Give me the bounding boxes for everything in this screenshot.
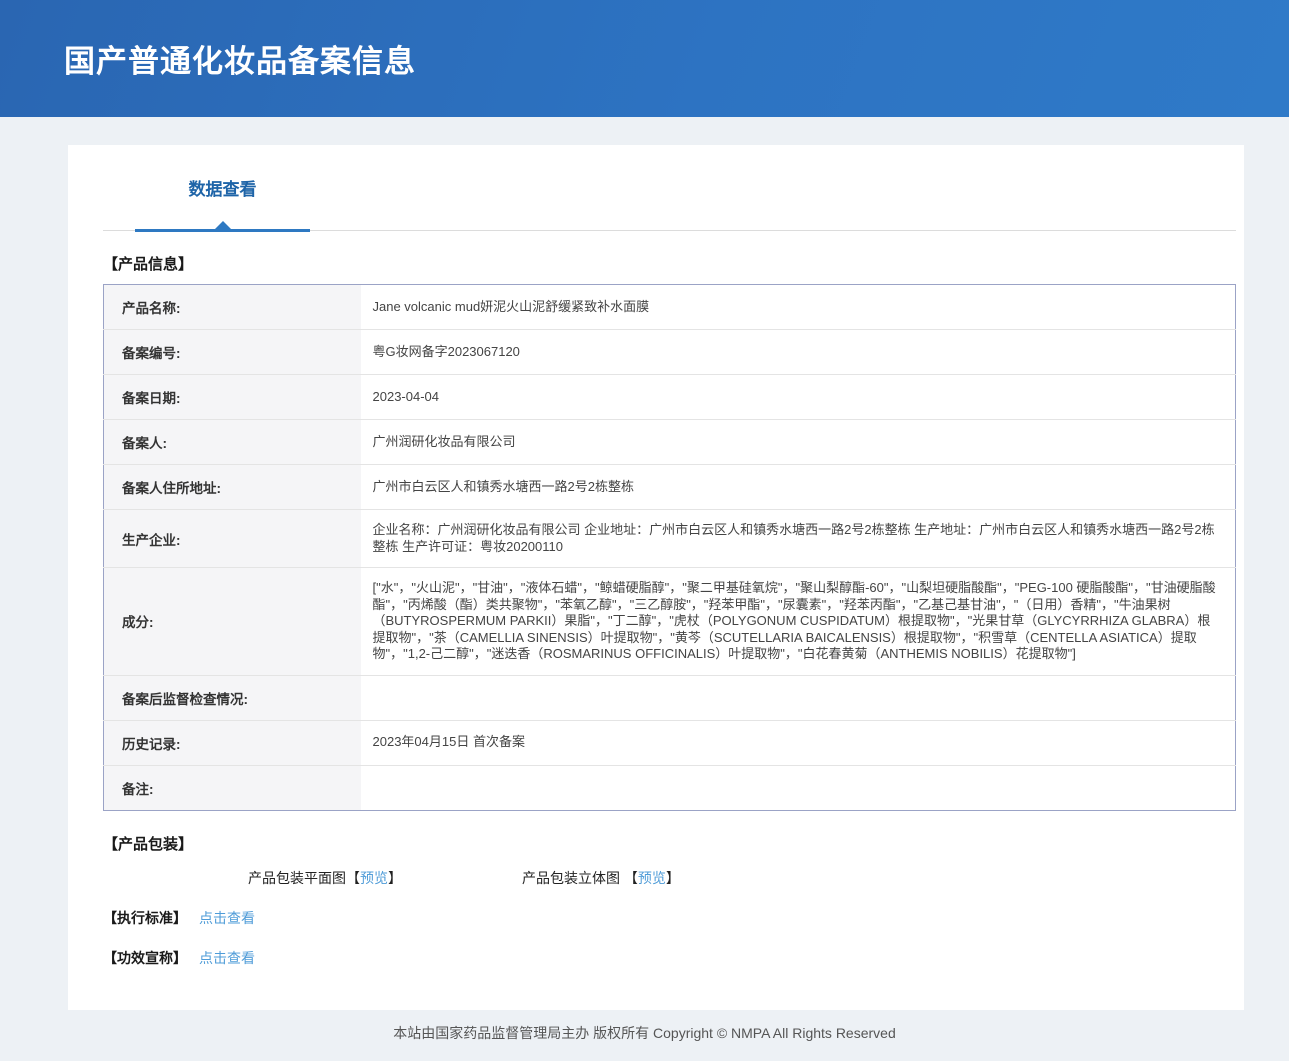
- tab-bar: 数据查看: [103, 169, 1236, 231]
- efficacy-row: 【功效宣称】点击查看: [103, 948, 1236, 968]
- row-value: 企业名称：广州润研化妆品有限公司 企业地址：广州市白云区人和镇秀水塘西一路2号2…: [361, 510, 1236, 568]
- packaging-item: 产品包装平面图【预览】: [248, 868, 402, 888]
- standards-row: 【执行标准】点击查看: [103, 908, 1236, 928]
- row-value: 广州市白云区人和镇秀水塘西一路2号2栋整栋: [361, 465, 1236, 510]
- bracket-open: 【: [346, 870, 360, 886]
- packaging-item: 产品包装立体图 【预览】: [522, 868, 680, 888]
- row-value: [361, 765, 1236, 810]
- table-row: 产品名称:Jane volcanic mud妍泥火山泥舒缓紧致补水面膜: [104, 285, 1236, 330]
- table-row: 备注:: [104, 765, 1236, 810]
- row-value: Jane volcanic mud妍泥火山泥舒缓紧致补水面膜: [361, 285, 1236, 330]
- row-label: 产品名称:: [104, 285, 361, 330]
- row-label: 成分:: [104, 568, 361, 676]
- table-row: 成分:["水"，"火山泥"，"甘油"，"液体石蜡"，"鲸蜡硬脂醇"，"聚二甲基硅…: [104, 568, 1236, 676]
- row-label: 备案编号:: [104, 330, 361, 375]
- product-info-table: 产品名称:Jane volcanic mud妍泥火山泥舒缓紧致补水面膜备案编号:…: [103, 284, 1236, 811]
- row-label: 生产企业:: [104, 510, 361, 568]
- row-value: [361, 675, 1236, 720]
- copyright-text: 本站由国家药品监督管理局主办 版权所有 Copyright © NMPA All…: [393, 1025, 895, 1041]
- bracket-close: 】: [388, 870, 402, 886]
- tab-active-triangle-icon: [215, 221, 231, 229]
- packaging-row: 产品包装平面图【预览】产品包装立体图 【预览】: [248, 868, 1236, 888]
- tab-data-view-label: 数据查看: [189, 180, 257, 199]
- page-title: 国产普通化妆品备案信息: [64, 36, 416, 81]
- row-value: 2023年04月15日 首次备案: [361, 720, 1236, 765]
- packaging-preview-link[interactable]: 预览: [638, 870, 666, 886]
- page: 国产普通化妆品备案信息 数据查看 【产品信息】 产品名称:Jane volcan…: [0, 0, 1289, 1061]
- tab-active-underline: [135, 229, 310, 232]
- page-footer: 本站由国家药品监督管理局主办 版权所有 Copyright © NMPA All…: [0, 1010, 1289, 1061]
- row-label: 备注:: [104, 765, 361, 810]
- table-row: 历史记录:2023年04月15日 首次备案: [104, 720, 1236, 765]
- packaging-item-label: 产品包装平面图: [248, 870, 346, 886]
- packaging-item-label: 产品包装立体图: [522, 870, 624, 886]
- packaging-preview-link[interactable]: 预览: [360, 870, 388, 886]
- content-card: 数据查看 【产品信息】 产品名称:Jane volcanic mud妍泥火山泥舒…: [68, 145, 1244, 1010]
- row-value: 2023-04-04: [361, 375, 1236, 420]
- table-row: 备案后监督检查情况:: [104, 675, 1236, 720]
- row-label: 备案后监督检查情况:: [104, 675, 361, 720]
- standards-view-link[interactable]: 点击查看: [199, 910, 255, 926]
- row-label: 备案人住所地址:: [104, 465, 361, 510]
- table-row: 备案人:广州润研化妆品有限公司: [104, 420, 1236, 465]
- table-row: 生产企业:企业名称：广州润研化妆品有限公司 企业地址：广州市白云区人和镇秀水塘西…: [104, 510, 1236, 568]
- product-info-section-title: 【产品信息】: [103, 253, 1236, 274]
- table-row: 备案人住所地址:广州市白云区人和镇秀水塘西一路2号2栋整栋: [104, 465, 1236, 510]
- packaging-section-title: 【产品包装】: [103, 833, 1236, 854]
- efficacy-label: 【功效宣称】: [103, 950, 187, 966]
- row-label: 备案人:: [104, 420, 361, 465]
- efficacy-view-link[interactable]: 点击查看: [199, 950, 255, 966]
- table-row: 备案编号:粤G妆网备字2023067120: [104, 330, 1236, 375]
- bracket-open: 【: [624, 870, 638, 886]
- row-value: ["水"，"火山泥"，"甘油"，"液体石蜡"，"鲸蜡硬脂醇"，"聚二甲基硅氧烷"…: [361, 568, 1236, 676]
- row-label: 历史记录:: [104, 720, 361, 765]
- tab-data-view[interactable]: 数据查看: [135, 175, 310, 200]
- row-value: 广州润研化妆品有限公司: [361, 420, 1236, 465]
- standards-label: 【执行标准】: [103, 910, 187, 926]
- page-header: 国产普通化妆品备案信息: [0, 0, 1289, 117]
- bracket-close: 】: [666, 870, 680, 886]
- row-label: 备案日期:: [104, 375, 361, 420]
- table-row: 备案日期:2023-04-04: [104, 375, 1236, 420]
- row-value: 粤G妆网备字2023067120: [361, 330, 1236, 375]
